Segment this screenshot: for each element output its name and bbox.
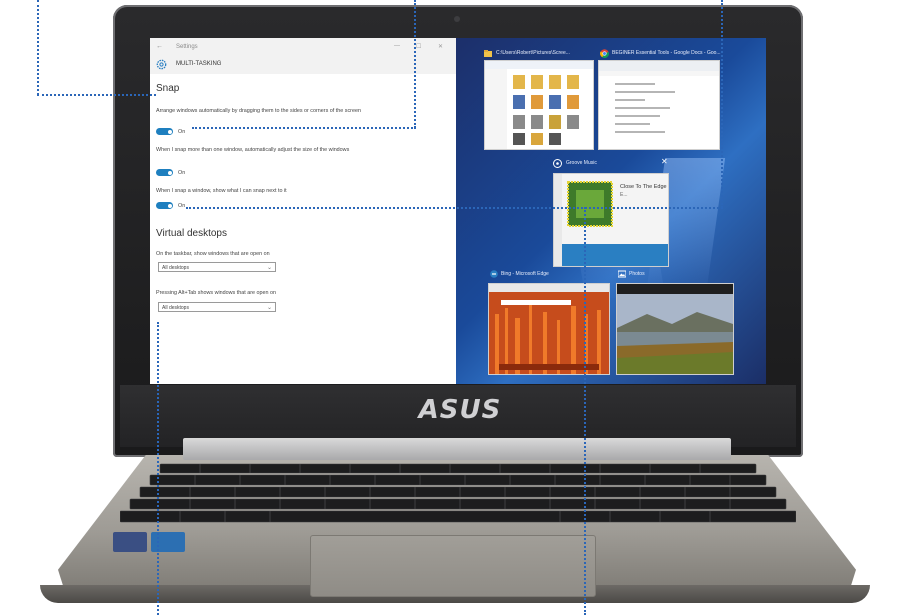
laptop-hinge [183,438,731,460]
song-artist: E... [620,192,628,198]
alt-tab-windows-value: All desktops [162,305,189,311]
settings-header: MULTI-TASKING [150,56,456,74]
snap-option-3-state: On [178,203,186,209]
maximize-button[interactable]: ☐ [416,43,421,50]
callout-line [186,207,723,209]
taskbar-windows-label: On the taskbar, show windows that are op… [156,251,270,257]
alt-tab-windows-dropdown[interactable]: All desktops ⌄ [158,302,276,312]
touchpad [310,535,596,597]
laptop-screen: ← Settings — ☐ ✕ MULTI-TASKING Snap Arra… [150,38,766,384]
edge-contents [489,284,609,374]
snap-option-3-toggle[interactable] [156,202,173,209]
task-view: C:\Users\Robert\Pictures\Scree... BEGINE… [456,38,766,384]
settings-window: ← Settings — ☐ ✕ MULTI-TASKING Snap Arra… [150,38,456,384]
window-title-explorer: C:\Users\Robert\Pictures\Scree... [496,50,570,56]
snap-option-1-state: On [178,129,186,135]
explorer-contents [485,61,593,149]
groove-window-thumbnail[interactable]: Close To The Edge E... [553,173,669,267]
window-title: Settings [176,44,198,50]
callout-line [157,322,159,615]
page-title: MULTI-TASKING [176,61,222,67]
snap-option-1-toggle[interactable] [156,128,173,135]
docs-contents [599,61,719,133]
groove-music-icon [553,159,562,168]
window-title-docs: BEGINER Essential Tools - Google Docs - … [612,50,721,56]
gear-icon [156,59,167,70]
callout-line [721,0,723,208]
virtual-desktops-heading: Virtual desktops [156,228,227,239]
snap-option-2-label: When I snap more than one window, automa… [156,147,350,153]
edge-icon [490,270,498,278]
callout-line [37,0,39,95]
taskbar-windows-value: All desktops [162,265,189,271]
webcam [454,16,460,22]
photos-contents [617,284,733,374]
callout-line [192,127,416,129]
snap-option-2-toggle[interactable] [156,169,173,176]
explorer-window-thumbnail[interactable] [484,60,594,150]
close-button[interactable]: ✕ [438,43,443,50]
docs-window-thumbnail[interactable] [598,60,720,150]
callout-line [414,0,416,128]
back-arrow-icon[interactable]: ← [156,43,163,50]
alt-tab-windows-label: Pressing Alt+Tab shows windows that are … [156,290,277,296]
snap-option-2-state: On [178,170,186,176]
chevron-down-icon: ⌄ [266,305,272,311]
window-title-groove: Groove Music [566,160,597,166]
folder-icon [484,50,492,57]
song-title: Close To The Edge [620,184,667,190]
taskbar-windows-dropdown[interactable]: All desktops ⌄ [158,262,276,272]
photos-icon [618,270,626,278]
brand-logo: ASUS [418,395,502,425]
window-title-edge: Bing - Microsoft Edge [501,271,549,277]
intel-sticker [113,532,147,552]
edge-window-thumbnail[interactable] [488,283,610,375]
close-icon[interactable]: ✕ [661,157,668,166]
snap-heading: Snap [156,83,180,94]
chrome-icon [600,49,609,58]
snap-option-3-label: When I snap a window, show what I can sn… [156,188,287,194]
window-title-photos: Photos [629,271,645,277]
callout-line [37,94,156,96]
keyboard [120,463,796,523]
minimize-button[interactable]: — [394,43,400,49]
callout-line [584,207,586,615]
chevron-down-icon: ⌄ [266,265,272,271]
snap-option-1-label: Arrange windows automatically by draggin… [156,108,361,114]
settings-titlebar: ← Settings — ☐ ✕ [150,38,456,56]
photos-window-thumbnail[interactable] [616,283,734,375]
